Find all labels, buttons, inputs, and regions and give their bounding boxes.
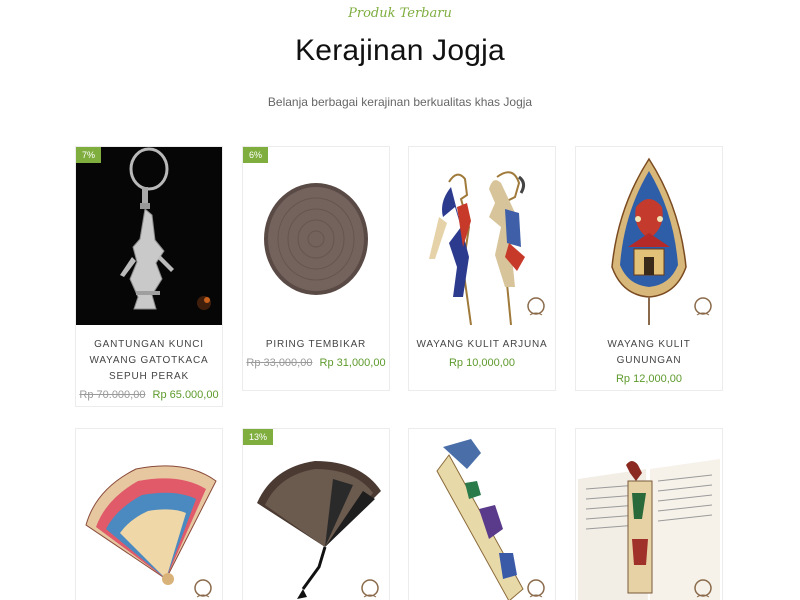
product-card[interactable] <box>408 428 556 600</box>
product-card[interactable] <box>75 428 223 600</box>
product-image[interactable] <box>76 429 222 600</box>
product-price: Rp 70.000,00 Rp 65.000,00 <box>76 389 222 401</box>
product-card[interactable]: WAYANG KULIT GUNUNGAN Rp 12,000,00 <box>575 146 723 391</box>
current-price: Rp 12,000,00 <box>615 373 683 385</box>
black-fan-icon <box>257 461 381 599</box>
current-price: Rp 10,000,00 <box>448 357 516 369</box>
product-name[interactable]: WAYANG KULIT GUNUNGAN <box>576 337 722 369</box>
product-name[interactable]: PIRING TEMBIKAR <box>243 337 389 353</box>
wayang-store-logo-icon <box>194 579 212 598</box>
wayang-store-logo-icon <box>527 297 545 316</box>
wayang-bookmark-icon <box>436 439 524 600</box>
plate-icon <box>264 183 368 295</box>
old-price: Rp 33,000,00 <box>246 357 313 369</box>
product-image[interactable] <box>409 429 555 600</box>
wayang-store-logo-icon <box>694 297 712 316</box>
product-card[interactable]: WAYANG KULIT ARJUNA Rp 10,000,00 <box>408 146 556 391</box>
keychain-wayang-icon <box>76 147 222 325</box>
section-tagline: Belanja berbagai kerajinan berkualitas k… <box>267 95 533 109</box>
current-price: Rp 65.000,00 <box>152 389 219 401</box>
product-card[interactable] <box>575 428 723 600</box>
product-image[interactable]: 13% <box>243 429 389 600</box>
product-price: Rp 33,000,00 Rp 31,000,00 <box>243 357 389 369</box>
current-price: Rp 31,000,00 <box>319 357 386 369</box>
discount-badge: 7% <box>76 147 102 163</box>
wayang-store-logo-icon <box>694 579 712 598</box>
book-bookmark-icon <box>578 459 720 600</box>
product-name[interactable]: GANTUNGAN KUNCI WAYANG GATOTKACA SEPUH P… <box>76 337 222 385</box>
batik-fan-icon <box>85 465 217 585</box>
product-section: Produk Terbaru Kerajinan Jogja Belanja b… <box>0 0 800 600</box>
section-eyebrow: Produk Terbaru <box>348 6 452 21</box>
old-price: Rp 70.000,00 <box>79 389 146 401</box>
product-image[interactable] <box>409 147 555 325</box>
product-card[interactable]: 6% PIRING TEMBIKAR Rp 33,000,00 Rp 31,00… <box>242 146 390 391</box>
wayang-store-logo-icon <box>361 579 379 598</box>
product-card[interactable]: 13% <box>242 428 390 600</box>
product-image[interactable]: 7% <box>76 147 222 325</box>
product-image[interactable]: 6% <box>243 147 389 325</box>
page-title: Kerajinan Jogja <box>295 34 505 67</box>
discount-badge: 6% <box>243 147 269 163</box>
product-price: Rp 10,000,00 <box>409 357 555 369</box>
discount-badge: 13% <box>243 429 274 445</box>
product-card[interactable]: 7% GANTUNGAN KUNCI WAYANG GATOTKACA SEPU… <box>75 146 223 407</box>
product-image[interactable] <box>576 429 722 600</box>
product-image[interactable] <box>576 147 722 325</box>
wayang-store-logo-icon <box>527 579 545 598</box>
product-name[interactable]: WAYANG KULIT ARJUNA <box>409 337 555 353</box>
product-price: Rp 12,000,00 <box>576 373 722 385</box>
